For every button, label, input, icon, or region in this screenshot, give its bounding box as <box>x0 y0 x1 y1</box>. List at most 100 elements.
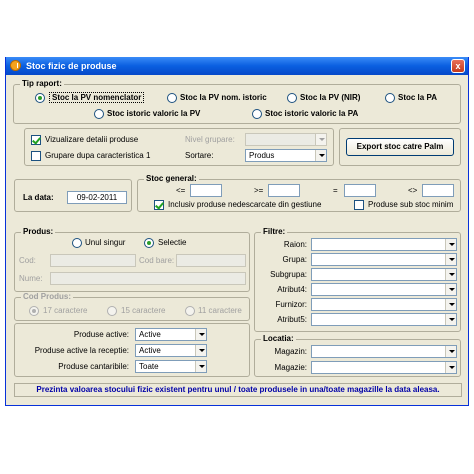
stoc-eq-input[interactable] <box>344 184 376 197</box>
status-description: Prezinta valoarea stocului fizic existen… <box>14 383 462 397</box>
cod-produs-label: Cod Produs: <box>21 292 73 301</box>
radio-stoc-istoric-valoric-pv[interactable] <box>94 109 104 119</box>
radio-15-caractere[interactable] <box>107 306 117 316</box>
radio-label-stoc-istoric-valoric-pa: Stoc istoric valoric la PA <box>265 109 359 118</box>
subgrupa-label: Subgrupa: <box>270 270 307 279</box>
radio-stoc-pa[interactable] <box>385 93 395 103</box>
chevron-down-icon[interactable] <box>315 150 326 161</box>
sub-stoc-minim-label: Produse sub stoc minim <box>368 200 454 209</box>
close-button[interactable]: x <box>451 59 465 73</box>
grupa-select[interactable] <box>311 253 457 266</box>
produse-active-select[interactable]: Active <box>135 328 207 341</box>
chevron-down-icon[interactable] <box>445 239 456 250</box>
la-data-input[interactable]: 09-02-2011 <box>67 191 127 204</box>
inclusiv-nedescarcate-label: Inclusiv produse nedescarcate din gestiu… <box>168 200 322 209</box>
nivel-grupare-select[interactable] <box>245 133 327 146</box>
chevron-down-icon[interactable] <box>445 284 456 295</box>
radio-stoc-pv-nomenclator[interactable] <box>35 93 45 103</box>
radio-unul-singur[interactable] <box>72 238 82 248</box>
nivel-grupare-label: Nivel grupare: <box>185 135 235 144</box>
magazie-select[interactable] <box>311 361 457 374</box>
atribut5-select[interactable] <box>311 313 457 326</box>
atribut4-select[interactable] <box>311 283 457 296</box>
radio-17-caractere[interactable] <box>29 306 39 316</box>
chevron-down-icon[interactable] <box>445 269 456 280</box>
produse-cantaribile-select[interactable]: Toate <box>135 360 207 373</box>
magazie-label: Magazie: <box>274 363 307 372</box>
radio-stoc-istoric-valoric-pa[interactable] <box>252 109 262 119</box>
op-eq-label: = <box>333 186 338 195</box>
date-group: La data: 09-02-2011 <box>14 179 132 212</box>
chevron-down-icon[interactable] <box>445 362 456 373</box>
furnizor-select[interactable] <box>311 298 457 311</box>
radio-stoc-pv-nir[interactable] <box>287 93 297 103</box>
inclusiv-nedescarcate-checkbox[interactable] <box>154 200 164 210</box>
produs-group: Produs: Unul singur Selectie Cod: Cod ba… <box>14 227 250 292</box>
la-data-label: La data: <box>23 193 54 202</box>
nume-input[interactable] <box>50 272 246 285</box>
chevron-down-icon[interactable] <box>195 345 206 356</box>
raion-select[interactable] <box>311 238 457 251</box>
vizualizare-detalii-checkbox[interactable] <box>31 135 41 145</box>
produse-active-receptie-value: Active <box>139 346 161 355</box>
produs-label: Produs: <box>21 227 56 236</box>
op-ne-label: <> <box>408 186 418 195</box>
chevron-down-icon[interactable] <box>445 346 456 357</box>
export-group: Export stoc catre Palm <box>339 128 461 166</box>
produse-active-receptie-label: Produse active la receptie: <box>34 346 129 355</box>
sortare-select[interactable]: Produs <box>245 149 327 162</box>
radio-label-stoc-pv-nomenclator: Stoc la PV nomenclator <box>49 92 145 103</box>
stoc-ne-input[interactable] <box>422 184 454 197</box>
tip-raport-label: Tip raport: <box>20 79 64 88</box>
vizualizare-detalii-label: Vizualizare detalii produse <box>45 135 139 144</box>
cod-bare-label: Cod bare: <box>139 256 175 265</box>
cod-bare-input[interactable] <box>176 254 246 267</box>
op-gte-label: >= <box>254 186 264 195</box>
radio-label-selectie: Selectie <box>158 238 187 247</box>
report-window: Stoc fizic de produse x Tip raport: Stoc… <box>5 57 469 406</box>
cod-label: Cod: <box>19 256 36 265</box>
produse-active-value: Active <box>139 330 161 339</box>
export-palm-button[interactable]: Export stoc catre Palm <box>346 138 454 156</box>
chevron-down-icon[interactable] <box>315 134 326 145</box>
chevron-down-icon[interactable] <box>445 314 456 325</box>
produse-filters-group: Produse active: Active Produse active la… <box>14 323 250 377</box>
produse-cantaribile-value: Toate <box>139 362 159 371</box>
locatia-group: Locatia: Magazin: Magazie: <box>254 334 461 377</box>
cod-input[interactable] <box>50 254 136 267</box>
magazin-select[interactable] <box>311 345 457 358</box>
subgrupa-select[interactable] <box>311 268 457 281</box>
nume-label: Nume: <box>19 274 43 283</box>
locatia-label: Locatia: <box>261 334 296 343</box>
raion-label: Raion: <box>283 240 307 249</box>
sortare-label: Sortare: <box>185 151 214 160</box>
atribut4-label: Atribut4: <box>277 285 307 294</box>
stoc-general-group: Stoc general: <= >= = <> Inclusiv produs… <box>137 174 461 212</box>
furnizor-label: Furnizor: <box>275 300 307 309</box>
radio-label-stoc-pv-nir: Stoc la PV (NIR) <box>300 93 361 102</box>
chevron-down-icon[interactable] <box>195 361 206 372</box>
radio-11-caractere[interactable] <box>185 306 195 316</box>
radio-label-unul-singur: Unul singur <box>85 238 126 247</box>
atribut5-label: Atribut5: <box>277 315 307 324</box>
chevron-down-icon[interactable] <box>445 254 456 265</box>
title-bar[interactable]: Stoc fizic de produse x <box>6 57 468 75</box>
grupare-caracteristica-checkbox[interactable] <box>31 151 41 161</box>
stoc-lte-input[interactable] <box>190 184 222 197</box>
window-title: Stoc fizic de produse <box>26 61 117 71</box>
radio-label-stoc-pa: Stoc la PA <box>398 93 437 102</box>
chevron-down-icon[interactable] <box>195 329 206 340</box>
produse-active-label: Produse active: <box>73 330 129 339</box>
stoc-gte-input[interactable] <box>268 184 300 197</box>
sub-stoc-minim-checkbox[interactable] <box>354 200 364 210</box>
app-icon <box>10 60 21 71</box>
radio-label-stoc-istoric-valoric-pv: Stoc istoric valoric la PV <box>107 109 201 118</box>
chevron-down-icon[interactable] <box>445 299 456 310</box>
radio-selectie[interactable] <box>144 238 154 248</box>
cod-produs-group: Cod Produs: 17 caractere 15 caractere 11… <box>14 292 250 321</box>
produse-cantaribile-label: Produse cantaribile: <box>58 362 129 371</box>
options-group: Vizualizare detalii produse Grupare dupa… <box>24 128 334 166</box>
grupare-caracteristica-label: Grupare dupa caracteristica 1 <box>45 151 151 160</box>
radio-stoc-pv-nom-istoric[interactable] <box>167 93 177 103</box>
produse-active-receptie-select[interactable]: Active <box>135 344 207 357</box>
